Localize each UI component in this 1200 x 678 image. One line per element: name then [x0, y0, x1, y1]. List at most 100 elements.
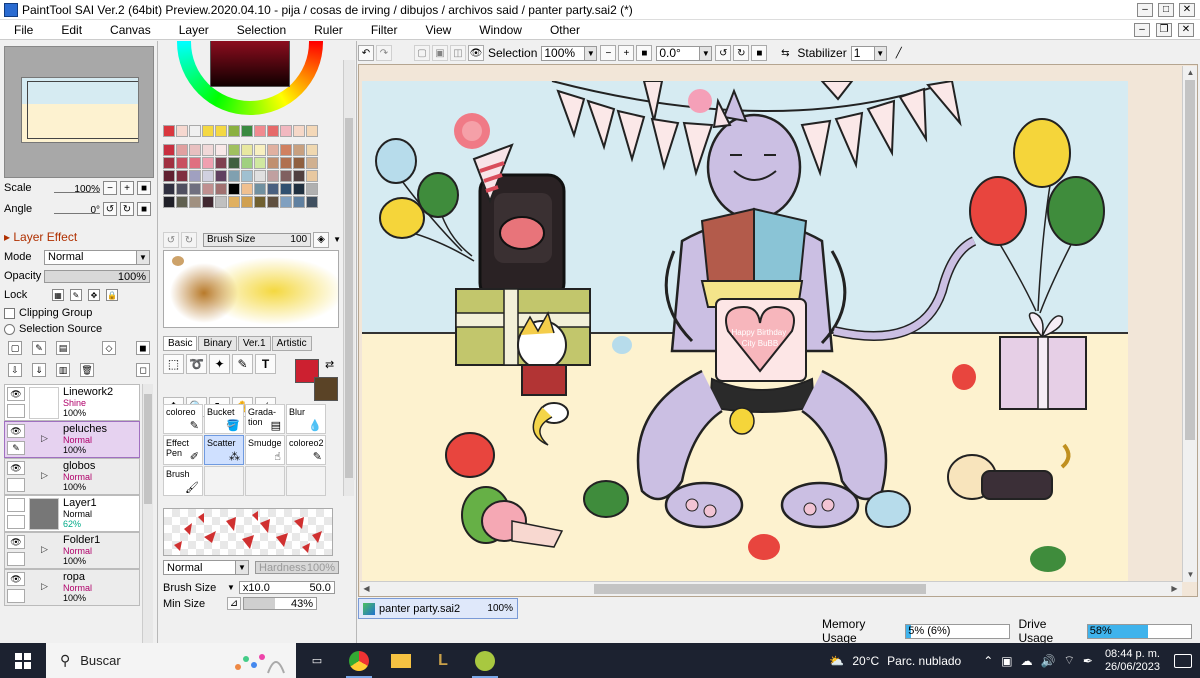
empty-brush-slot[interactable] [204, 466, 244, 496]
palette-swatch[interactable] [267, 144, 279, 156]
brush-brush[interactable]: Brush 🖌 [163, 466, 203, 496]
eye-icon[interactable]: 👁 [7, 424, 25, 438]
deselect-icon[interactable]: ▢ [414, 45, 430, 61]
palette-swatch[interactable] [163, 144, 175, 156]
middle-panel-scroll-thumb[interactable] [345, 118, 353, 478]
file-explorer-icon[interactable] [380, 643, 422, 678]
color-swatch[interactable] [306, 125, 318, 137]
tab-basic[interactable]: Basic [163, 336, 198, 351]
brush-coloreo2[interactable]: coloreo2 ✎ [286, 435, 326, 465]
color-swatch[interactable] [267, 125, 279, 137]
lock-all-icon[interactable]: 🔒 [106, 289, 118, 301]
new-layer-icon[interactable]: ▢ [8, 341, 22, 355]
zoom-reset-button[interactable]: ■ [137, 181, 151, 195]
layer-item[interactable]: 👁 ▷ globos Normal 100% [4, 458, 140, 495]
palette-swatch[interactable] [176, 157, 188, 169]
rotate-right-button[interactable]: ↻ [733, 45, 750, 61]
text-tool-icon[interactable]: T [255, 354, 276, 374]
color-swatch[interactable] [241, 125, 253, 137]
palette-swatch[interactable] [176, 196, 188, 208]
palette-swatch[interactable] [189, 183, 201, 195]
palette-swatch[interactable] [280, 183, 292, 195]
merge-down-icon[interactable]: ⇓ [32, 363, 46, 377]
doc-restore-button[interactable]: ❐ [1156, 22, 1172, 37]
rotate-left-button[interactable]: ↺ [715, 45, 732, 61]
scale-slider[interactable]: 100% [54, 184, 100, 195]
weather-temp[interactable]: 20°C [852, 654, 879, 668]
layer-item[interactable]: 👁 ▷ Folder1 Normal 100% [4, 532, 140, 569]
zoom-out-button[interactable]: − [103, 181, 117, 195]
canvas-vertical-scroll-thumb[interactable] [1185, 80, 1195, 440]
cloud-icon[interactable]: ☁ [1021, 654, 1033, 668]
canvas-horizontal-scrollbar[interactable]: ◀ ▶ [360, 581, 1182, 596]
layer-item[interactable]: 👁 ✎ ▷ peluches Normal 100% [4, 421, 140, 458]
brush-coloreo[interactable]: coloreo ✎ [163, 404, 203, 434]
color-swatch[interactable] [280, 125, 292, 137]
palette-swatch[interactable] [215, 157, 227, 169]
palette-swatch[interactable] [215, 196, 227, 208]
color-swatch[interactable] [215, 125, 227, 137]
palette-swatch[interactable] [306, 183, 318, 195]
chrome-app-icon[interactable] [338, 643, 380, 678]
layer-effect-header[interactable]: ▸ Layer Effect [4, 230, 77, 244]
task-view-icon[interactable]: ▭ [296, 643, 338, 678]
invert-selection-icon[interactable]: ◫ [450, 45, 466, 61]
eye-icon[interactable]: 👁 [7, 572, 25, 586]
close-button[interactable]: ✕ [1179, 2, 1195, 17]
layer-link-toggle[interactable] [7, 515, 25, 529]
empty-brush-slot[interactable] [286, 466, 326, 496]
layer-link-toggle[interactable] [7, 589, 25, 603]
palette-swatch[interactable] [241, 144, 253, 156]
brush-grada-tion[interactable]: Grada- tion ▤ [245, 404, 285, 434]
color-wheel[interactable] [177, 41, 323, 115]
select-all-icon[interactable]: ▣ [432, 45, 448, 61]
start-button[interactable] [0, 643, 46, 678]
pen-icon[interactable]: ✒ [1083, 654, 1093, 668]
palette-swatch[interactable] [306, 157, 318, 169]
min-size-slider[interactable]: 43% [243, 597, 317, 610]
new-pen-layer-icon[interactable]: ✎ [32, 341, 46, 355]
palette-swatch[interactable] [280, 170, 292, 182]
palette-swatch[interactable] [202, 183, 214, 195]
meet-icon[interactable]: ▣ [1001, 654, 1012, 668]
canvas-vertical-scrollbar[interactable]: ▲ ▼ [1182, 66, 1197, 582]
drawing-canvas[interactable]: Happy Birthday City BuBB [362, 81, 1128, 581]
opacity-slider[interactable]: 100% [44, 269, 150, 283]
folder-expand-icon[interactable]: ▷ [41, 470, 48, 481]
clipping-row[interactable]: Clipping Group [4, 305, 154, 321]
doc-minimize-button[interactable]: – [1134, 22, 1150, 37]
weather-text[interactable]: Parc. nublado [887, 654, 961, 668]
maximize-button[interactable]: □ [1158, 2, 1174, 17]
color-swatch[interactable] [228, 125, 240, 137]
palette-swatch[interactable] [293, 183, 305, 195]
layer-mask-icon[interactable]: ◻ [136, 363, 150, 377]
palette-swatch[interactable] [189, 170, 201, 182]
scroll-right-icon[interactable]: ▶ [1168, 582, 1181, 595]
redo-icon[interactable]: ↻ [181, 232, 197, 248]
rect-select-icon[interactable]: ⬚ [163, 354, 184, 374]
blend-mode-select[interactable]: Normal ▼ [44, 249, 150, 265]
clipping-checkbox[interactable] [4, 307, 15, 319]
palette-swatch[interactable] [202, 144, 214, 156]
new-vector-layer-icon[interactable]: ◇ [102, 341, 116, 355]
menu-other[interactable]: Other [536, 23, 594, 37]
menu-filter[interactable]: Filter [357, 23, 412, 37]
brush-scatter[interactable]: Scatter ⁂ [204, 435, 244, 465]
lasso-icon[interactable]: ➰ [186, 354, 207, 374]
palette-swatch[interactable] [163, 183, 175, 195]
eraser-toggle-icon[interactable]: ◈ [313, 231, 330, 248]
eye-icon[interactable]: 👁 [7, 535, 25, 549]
layer-link-toggle[interactable] [7, 478, 25, 492]
palette-swatch[interactable] [254, 144, 266, 156]
redo-icon[interactable]: ↷ [376, 45, 392, 61]
brush-effect-pen[interactable]: Effect Pen ✐ [163, 435, 203, 465]
hardness-slider[interactable]: Hardness 100% [255, 561, 339, 574]
chevron-down-icon[interactable]: ▼ [333, 235, 341, 244]
rotate-reset-button[interactable]: ■ [751, 45, 768, 61]
empty-brush-slot[interactable] [245, 466, 285, 496]
menu-view[interactable]: View [411, 23, 465, 37]
palette-swatch[interactable] [176, 183, 188, 195]
folder-expand-icon[interactable]: ▷ [41, 544, 48, 555]
palette-swatch[interactable] [202, 196, 214, 208]
folder-expand-icon[interactable]: ▷ [41, 433, 48, 444]
